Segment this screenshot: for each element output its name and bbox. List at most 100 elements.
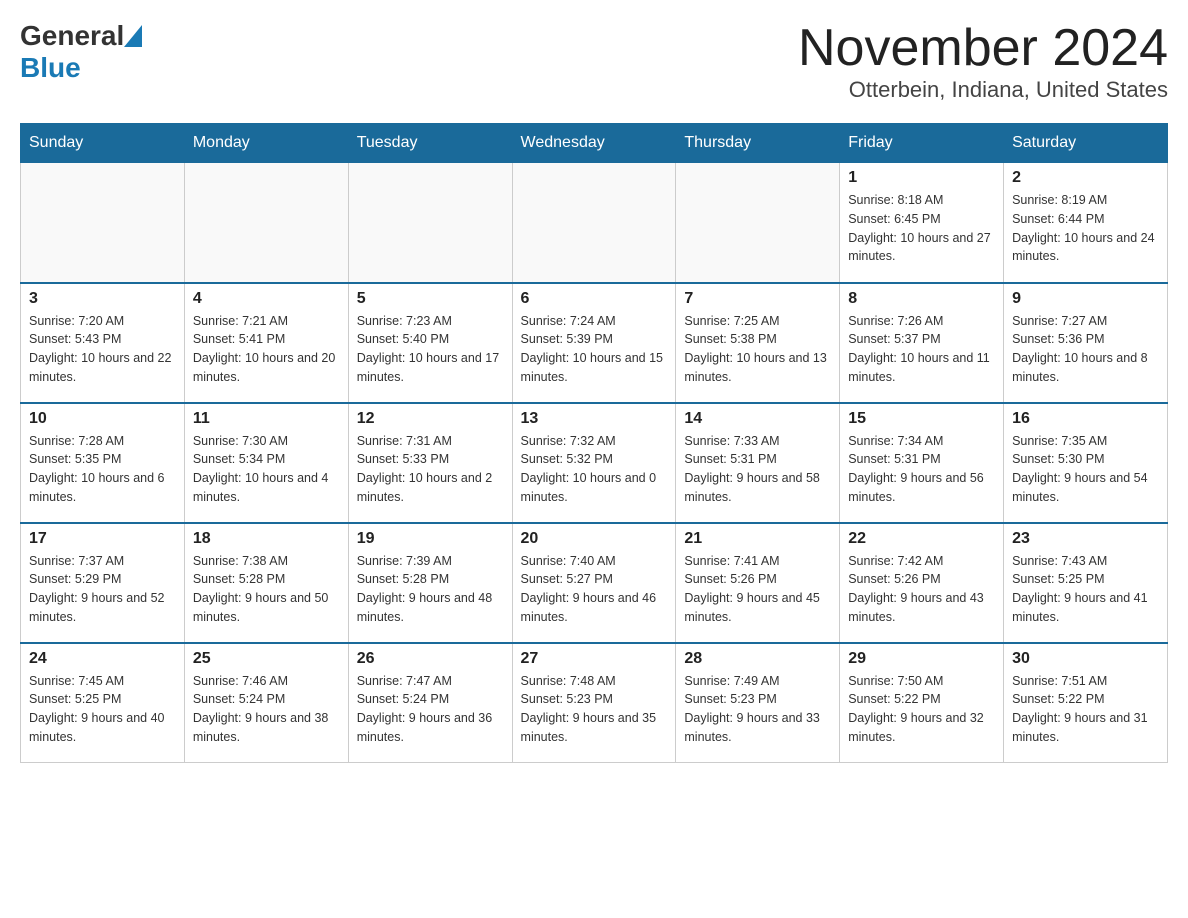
day-number: 20 xyxy=(521,530,668,548)
day-info: Sunrise: 7:48 AM Sunset: 5:23 PM Dayligh… xyxy=(521,672,668,747)
week-row-1: 1Sunrise: 8:18 AM Sunset: 6:45 PM Daylig… xyxy=(21,163,1168,283)
calendar-cell: 19 Sunrise: 7:39 AM Sunset: 5:28 PM Dayli… xyxy=(348,523,512,643)
day-number: 29 xyxy=(848,650,995,668)
calendar-cell xyxy=(184,163,348,283)
calendar-cell: 20 Sunrise: 7:40 AM Sunset: 5:27 PM Dayli… xyxy=(512,523,676,643)
calendar-cell xyxy=(21,163,185,283)
calendar-cell: 7 Sunrise: 7:25 AM Sunset: 5:38 PM Daylig… xyxy=(676,283,840,403)
day-number: 28 xyxy=(684,650,831,668)
day-number: 17 xyxy=(29,530,176,548)
day-number: 13 xyxy=(521,410,668,428)
calendar-cell: 12 Sunrise: 7:31 AM Sunset: 5:33 PM Dayli… xyxy=(348,403,512,523)
calendar-title: November 2024 xyxy=(798,20,1168,77)
day-info: Sunrise: 7:40 AM Sunset: 5:27 PM Dayligh… xyxy=(521,552,668,627)
day-number: 30 xyxy=(1012,650,1159,668)
day-info: Sunrise: 7:34 AM Sunset: 5:31 PM Dayligh… xyxy=(848,432,995,507)
day-number: 25 xyxy=(193,650,340,668)
day-info: Sunrise: 7:28 AM Sunset: 5:35 PM Dayligh… xyxy=(29,432,176,507)
calendar-cell: 9Sunrise: 7:27 AM Sunset: 5:36 PM Daylig… xyxy=(1004,283,1168,403)
logo-blue-text: Blue xyxy=(20,52,81,83)
day-info: Sunrise: 7:26 AM Sunset: 5:37 PM Dayligh… xyxy=(848,312,995,387)
logo-triangle-icon xyxy=(124,25,142,47)
day-number: 21 xyxy=(684,530,831,548)
calendar-cell: 15 Sunrise: 7:34 AM Sunset: 5:31 PM Dayli… xyxy=(840,403,1004,523)
calendar-cell: 27 Sunrise: 7:48 AM Sunset: 5:23 PM Dayli… xyxy=(512,643,676,763)
day-info: Sunrise: 7:38 AM Sunset: 5:28 PM Dayligh… xyxy=(193,552,340,627)
day-number: 5 xyxy=(357,290,504,308)
calendar-cell: 21Sunrise: 7:41 AM Sunset: 5:26 PM Dayli… xyxy=(676,523,840,643)
day-info: Sunrise: 7:39 AM Sunset: 5:28 PM Dayligh… xyxy=(357,552,504,627)
calendar-cell: 24 Sunrise: 7:45 AM Sunset: 5:25 PM Dayli… xyxy=(21,643,185,763)
day-number: 24 xyxy=(29,650,176,668)
page-header: General Blue November 2024 Otterbein, In… xyxy=(20,20,1168,103)
col-saturday: Saturday xyxy=(1004,124,1168,163)
calendar-cell xyxy=(676,163,840,283)
day-number: 16 xyxy=(1012,410,1159,428)
day-number: 10 xyxy=(29,410,176,428)
week-row-2: 3Sunrise: 7:20 AM Sunset: 5:43 PM Daylig… xyxy=(21,283,1168,403)
calendar-cell: 5 Sunrise: 7:23 AM Sunset: 5:40 PM Daylig… xyxy=(348,283,512,403)
calendar-cell: 23 Sunrise: 7:43 AM Sunset: 5:25 PM Dayli… xyxy=(1004,523,1168,643)
col-friday: Friday xyxy=(840,124,1004,163)
calendar-cell: 26Sunrise: 7:47 AM Sunset: 5:24 PM Dayli… xyxy=(348,643,512,763)
day-number: 11 xyxy=(193,410,340,428)
calendar-title-block: November 2024 Otterbein, Indiana, United… xyxy=(798,20,1168,103)
col-thursday: Thursday xyxy=(676,124,840,163)
logo: General Blue xyxy=(20,20,142,84)
col-tuesday: Tuesday xyxy=(348,124,512,163)
calendar-cell: 6 Sunrise: 7:24 AM Sunset: 5:39 PM Daylig… xyxy=(512,283,676,403)
calendar-cell: 28 Sunrise: 7:49 AM Sunset: 5:23 PM Dayli… xyxy=(676,643,840,763)
day-info: Sunrise: 7:23 AM Sunset: 5:40 PM Dayligh… xyxy=(357,312,504,387)
col-monday: Monday xyxy=(184,124,348,163)
calendar-table: Sunday Monday Tuesday Wednesday Thursday… xyxy=(20,123,1168,763)
calendar-cell: 2 Sunrise: 8:19 AM Sunset: 6:44 PM Daylig… xyxy=(1004,163,1168,283)
calendar-cell: 30 Sunrise: 7:51 AM Sunset: 5:22 PM Dayli… xyxy=(1004,643,1168,763)
day-info: Sunrise: 7:35 AM Sunset: 5:30 PM Dayligh… xyxy=(1012,432,1159,507)
col-sunday: Sunday xyxy=(21,124,185,163)
day-info: Sunrise: 7:31 AM Sunset: 5:33 PM Dayligh… xyxy=(357,432,504,507)
calendar-cell: 29Sunrise: 7:50 AM Sunset: 5:22 PM Dayli… xyxy=(840,643,1004,763)
day-number: 12 xyxy=(357,410,504,428)
day-number: 22 xyxy=(848,530,995,548)
day-info: Sunrise: 7:51 AM Sunset: 5:22 PM Dayligh… xyxy=(1012,672,1159,747)
calendar-cell: 17 Sunrise: 7:37 AM Sunset: 5:29 PM Dayli… xyxy=(21,523,185,643)
calendar-header-row: Sunday Monday Tuesday Wednesday Thursday… xyxy=(21,124,1168,163)
day-number: 18 xyxy=(193,530,340,548)
calendar-cell: 4Sunrise: 7:21 AM Sunset: 5:41 PM Daylig… xyxy=(184,283,348,403)
day-number: 2 xyxy=(1012,169,1159,187)
logo-general-text: General xyxy=(20,20,124,52)
day-number: 23 xyxy=(1012,530,1159,548)
day-info: Sunrise: 7:43 AM Sunset: 5:25 PM Dayligh… xyxy=(1012,552,1159,627)
day-number: 27 xyxy=(521,650,668,668)
day-info: Sunrise: 8:19 AM Sunset: 6:44 PM Dayligh… xyxy=(1012,191,1159,266)
day-info: Sunrise: 7:45 AM Sunset: 5:25 PM Dayligh… xyxy=(29,672,176,747)
calendar-cell: 11Sunrise: 7:30 AM Sunset: 5:34 PM Dayli… xyxy=(184,403,348,523)
calendar-cell: 1Sunrise: 8:18 AM Sunset: 6:45 PM Daylig… xyxy=(840,163,1004,283)
calendar-cell: 13Sunrise: 7:32 AM Sunset: 5:32 PM Dayli… xyxy=(512,403,676,523)
day-info: Sunrise: 7:33 AM Sunset: 5:31 PM Dayligh… xyxy=(684,432,831,507)
calendar-cell xyxy=(512,163,676,283)
col-wednesday: Wednesday xyxy=(512,124,676,163)
day-info: Sunrise: 7:37 AM Sunset: 5:29 PM Dayligh… xyxy=(29,552,176,627)
day-number: 1 xyxy=(848,169,995,187)
calendar-cell: 14 Sunrise: 7:33 AM Sunset: 5:31 PM Dayli… xyxy=(676,403,840,523)
day-info: Sunrise: 7:46 AM Sunset: 5:24 PM Dayligh… xyxy=(193,672,340,747)
day-number: 14 xyxy=(684,410,831,428)
day-number: 7 xyxy=(684,290,831,308)
calendar-cell xyxy=(348,163,512,283)
calendar-cell: 25 Sunrise: 7:46 AM Sunset: 5:24 PM Dayli… xyxy=(184,643,348,763)
day-info: Sunrise: 7:20 AM Sunset: 5:43 PM Dayligh… xyxy=(29,312,176,387)
day-info: Sunrise: 7:25 AM Sunset: 5:38 PM Dayligh… xyxy=(684,312,831,387)
day-number: 19 xyxy=(357,530,504,548)
day-number: 15 xyxy=(848,410,995,428)
day-info: Sunrise: 7:24 AM Sunset: 5:39 PM Dayligh… xyxy=(521,312,668,387)
calendar-cell: 22Sunrise: 7:42 AM Sunset: 5:26 PM Dayli… xyxy=(840,523,1004,643)
day-number: 6 xyxy=(521,290,668,308)
day-info: Sunrise: 7:27 AM Sunset: 5:36 PM Dayligh… xyxy=(1012,312,1159,387)
week-row-4: 17 Sunrise: 7:37 AM Sunset: 5:29 PM Dayli… xyxy=(21,523,1168,643)
calendar-cell: 18 Sunrise: 7:38 AM Sunset: 5:28 PM Dayli… xyxy=(184,523,348,643)
calendar-cell: 3Sunrise: 7:20 AM Sunset: 5:43 PM Daylig… xyxy=(21,283,185,403)
day-info: Sunrise: 7:49 AM Sunset: 5:23 PM Dayligh… xyxy=(684,672,831,747)
day-info: Sunrise: 7:47 AM Sunset: 5:24 PM Dayligh… xyxy=(357,672,504,747)
calendar-cell: 10 Sunrise: 7:28 AM Sunset: 5:35 PM Dayli… xyxy=(21,403,185,523)
